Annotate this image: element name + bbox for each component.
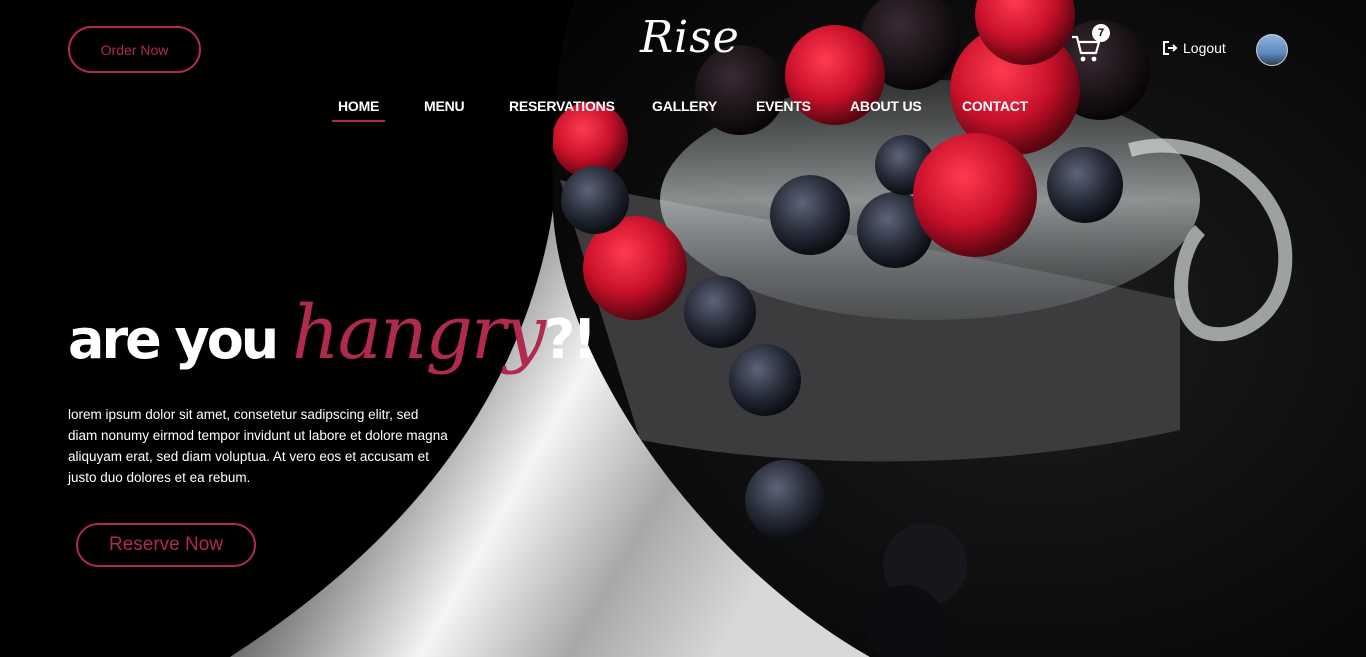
nav-item-home[interactable]: HOME [331,98,386,122]
headline-part-2: ?! [544,308,597,371]
order-now-button[interactable]: Order Now [68,26,201,73]
nav-item-contact[interactable]: CONTACT [962,98,1028,114]
logout-button[interactable]: Logout [1162,40,1226,56]
headline-accent: hangry [292,290,546,376]
logo[interactable]: Rise [640,12,740,63]
logout-label: Logout [1183,40,1226,56]
logout-icon [1163,41,1178,55]
hero-description: lorem ipsum dolor sit amet, consetetur s… [68,407,448,485]
nav-item-about-us[interactable]: ABOUT US [850,98,922,114]
nav-item-gallery[interactable]: GALLERY [652,98,717,114]
nav-item-reservations[interactable]: RESERVATIONS [509,98,615,114]
hero-headline: are you hangry?! [68,290,597,376]
cart-button[interactable]: 7 [1070,24,1110,68]
headline-part-1: are you [68,308,293,371]
main-nav: HOME MENU RESERVATIONS GALLERY EVENTS AB… [0,98,1366,122]
nav-item-menu[interactable]: MENU [424,98,465,114]
cart-count-badge: 7 [1092,24,1110,42]
reserve-now-button[interactable]: Reserve Now [76,523,256,567]
user-avatar[interactable] [1256,34,1288,66]
nav-item-events[interactable]: EVENTS [756,98,811,114]
